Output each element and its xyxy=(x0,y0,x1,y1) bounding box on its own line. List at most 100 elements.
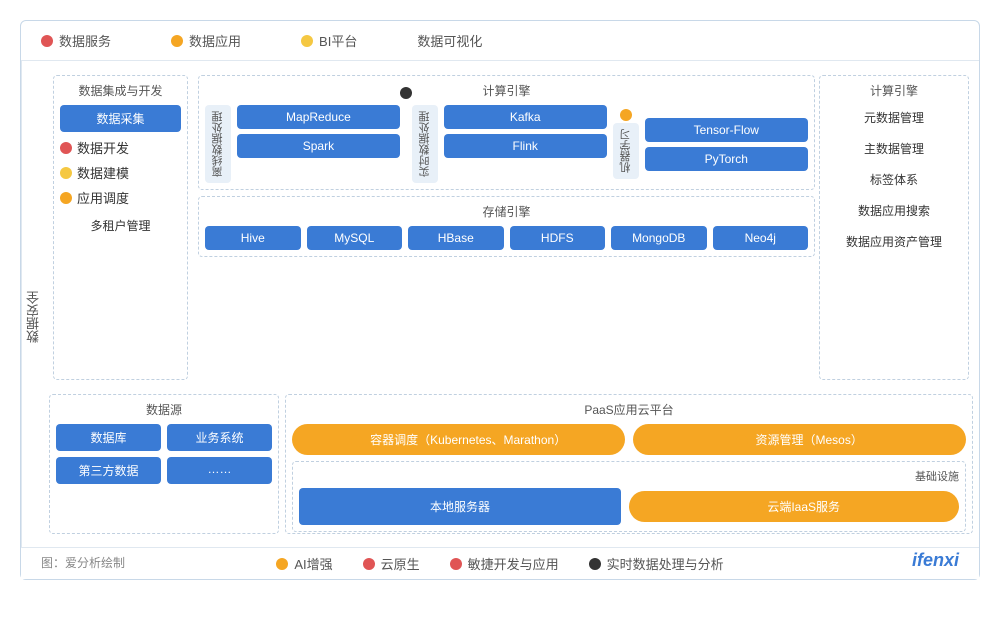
main-diagram: 数据服务 数据应用 BI平台 数据可视化 数据安全 数据集成与开发 数据 xyxy=(20,20,980,580)
legend-row: 数据服务 数据应用 BI平台 数据可视化 xyxy=(21,21,979,61)
right-items: 元数据管理 主数据管理 标签体系 数据应用搜索 数据应用资产管理 xyxy=(826,105,962,254)
legend-label-data-app: 数据应用 xyxy=(189,31,241,50)
label-agile: 敏捷开发与应用 xyxy=(468,554,559,573)
legend-item-data-app: 数据应用 xyxy=(171,31,241,50)
btn-tensorflow[interactable]: Tensor-Flow xyxy=(645,118,808,142)
left-panel-integration: 数据集成与开发 数据采集 数据开发 数据建模 应用 xyxy=(53,75,188,380)
dot-orange xyxy=(171,35,183,47)
realtime-group: Kafka Flink xyxy=(444,105,607,183)
datasource-panel: 数据源 数据库 业务系统 第三方数据 …… xyxy=(49,394,279,534)
bottom-row: 数据源 数据库 业务系统 第三方数据 …… PaaS应用云平台 容器调度（Ku xyxy=(49,394,973,534)
compute-section: 计算引擎 离线数据处理 MapReduce Spark xyxy=(198,75,815,190)
btn-pytorch[interactable]: PyTorch xyxy=(645,147,808,171)
dot-resource xyxy=(736,435,748,447)
dot-realtime xyxy=(400,87,412,99)
label-model: 数据建模 xyxy=(77,163,129,182)
dot-realtime-footer xyxy=(589,558,601,570)
legend-item-bi: BI平台 xyxy=(301,31,357,50)
content-area: 数据安全 数据集成与开发 数据采集 数据开发 数据 xyxy=(21,61,979,574)
label-cloud: 云端IaaS服务 xyxy=(767,500,840,514)
dot-dev xyxy=(60,142,72,154)
footer-row: AI增强 云原生 敏捷开发与应用 实时数据处理与分析 xyxy=(21,547,979,579)
datasource-title: 数据源 xyxy=(56,401,272,418)
footer-legend-cloud-native: 云原生 xyxy=(363,554,420,573)
ml-group: 机器学习 Tensor-Flow PyTorch xyxy=(613,105,808,183)
btn-hbase[interactable]: HBase xyxy=(408,226,504,250)
paas-title: PaaS应用云平台 xyxy=(292,401,966,418)
btn-hive[interactable]: Hive xyxy=(205,226,301,250)
btn-mysql[interactable]: MySQL xyxy=(307,226,403,250)
left-item-dev: 数据开发 xyxy=(60,138,181,157)
dot-ai xyxy=(276,558,288,570)
dot-cloud xyxy=(748,502,760,514)
btn-hdfs[interactable]: HDFS xyxy=(510,226,606,250)
dot-agile xyxy=(450,558,462,570)
right-item-metadata: 元数据管理 xyxy=(826,105,962,130)
right-item-asset: 数据应用资产管理 xyxy=(826,229,962,254)
offline-group: MapReduce Spark xyxy=(237,105,400,183)
dot-container xyxy=(351,435,363,447)
dot-schedule xyxy=(60,192,72,204)
legend-item-data-service: 数据服务 xyxy=(41,31,111,50)
left-items: 数据采集 数据开发 数据建模 应用调度 多租户 xyxy=(60,105,181,238)
realtime-label: 实时数据处理 xyxy=(412,105,438,183)
dot-model xyxy=(60,167,72,179)
legend-label-data-service: 数据服务 xyxy=(59,31,111,50)
storage-title: 存储引擎 xyxy=(205,203,808,220)
label-dev: 数据开发 xyxy=(77,138,129,157)
dot-yellow xyxy=(301,35,313,47)
dot-cloud-native xyxy=(363,558,375,570)
footer-legend-ai: AI增强 xyxy=(276,554,332,573)
label-resource: 资源管理（Mesos） xyxy=(755,433,862,447)
storage-section: 存储引擎 Hive MySQL HBase HDFS MongoDB Neo4j xyxy=(198,196,815,257)
btn-neo4j[interactable]: Neo4j xyxy=(713,226,809,250)
legend-label-visualization: 数据可视化 xyxy=(417,31,482,50)
btn-kafka[interactable]: Kafka xyxy=(444,105,607,129)
legend-label-bi: BI平台 xyxy=(319,31,357,50)
btn-spark[interactable]: Spark xyxy=(237,134,400,158)
right-item-master: 主数据管理 xyxy=(826,136,962,161)
footer-legend-agile: 敏捷开发与应用 xyxy=(450,554,559,573)
middle-panel: 计算引擎 离线数据处理 MapReduce Spark xyxy=(198,75,815,380)
label-ai: AI增强 xyxy=(294,554,332,573)
paas-panel: PaaS应用云平台 容器调度（Kubernetes、Marathon） 资源管理… xyxy=(285,394,973,534)
btn-flink[interactable]: Flink xyxy=(444,134,607,158)
storage-items: Hive MySQL HBase HDFS MongoDB Neo4j xyxy=(205,226,808,250)
brand: ifenxi xyxy=(912,550,959,571)
infra-label: 基础设施 xyxy=(299,468,959,484)
right-panel: 计算引擎 元数据管理 主数据管理 标签体系 数据应用搜索 数据应用资产管理 xyxy=(819,75,969,380)
btn-local-server[interactable]: 本地服务器 xyxy=(299,488,621,525)
right-panel-title: 计算引擎 xyxy=(826,82,962,99)
ml-btns: Tensor-Flow PyTorch xyxy=(645,118,808,171)
btn-mapreduce[interactable]: MapReduce xyxy=(237,105,400,129)
btn-third-party[interactable]: 第三方数据 xyxy=(56,457,161,484)
caption: 图：爱分析绘制 xyxy=(41,554,125,571)
btn-resource[interactable]: 资源管理（Mesos） xyxy=(633,424,966,455)
vertical-security-label: 数据安全 xyxy=(21,61,45,574)
btn-more[interactable]: …… xyxy=(167,457,272,484)
btn-container[interactable]: 容器调度（Kubernetes、Marathon） xyxy=(292,424,625,455)
btn-data-collection[interactable]: 数据采集 xyxy=(60,105,181,132)
dot-red xyxy=(41,35,53,47)
btn-cloud-iaas[interactable]: 云端IaaS服务 xyxy=(629,491,959,522)
dot-ml xyxy=(620,109,632,121)
footer-legend-realtime: 实时数据处理与分析 xyxy=(589,554,724,573)
label-realtime: 实时数据处理与分析 xyxy=(607,554,724,573)
btn-mongodb[interactable]: MongoDB xyxy=(611,226,707,250)
left-item-model: 数据建模 xyxy=(60,163,181,182)
right-item-tag: 标签体系 xyxy=(826,167,962,192)
paas-infra: 基础设施 本地服务器 云端IaaS服务 xyxy=(292,461,966,532)
datasource-grid: 数据库 业务系统 第三方数据 …… xyxy=(56,424,272,484)
btn-database[interactable]: 数据库 xyxy=(56,424,161,451)
top-row: 数据集成与开发 数据采集 数据开发 数据建模 应用 xyxy=(49,67,973,388)
legend-item-visualization: 数据可视化 xyxy=(417,31,482,50)
right-item-search: 数据应用搜索 xyxy=(826,198,962,223)
ml-label: 机器学习 xyxy=(613,123,639,179)
label-container: 容器调度（Kubernetes、Marathon） xyxy=(370,433,566,447)
left-panel-title: 数据集成与开发 xyxy=(60,82,181,99)
left-item-schedule: 应用调度 xyxy=(60,188,181,207)
offline-label: 离线数据处理 xyxy=(205,105,231,183)
compute-inner: 离线数据处理 MapReduce Spark 实时数据处理 xyxy=(205,105,808,183)
btn-biz-system[interactable]: 业务系统 xyxy=(167,424,272,451)
label-tenant: 多租户管理 xyxy=(60,213,181,238)
